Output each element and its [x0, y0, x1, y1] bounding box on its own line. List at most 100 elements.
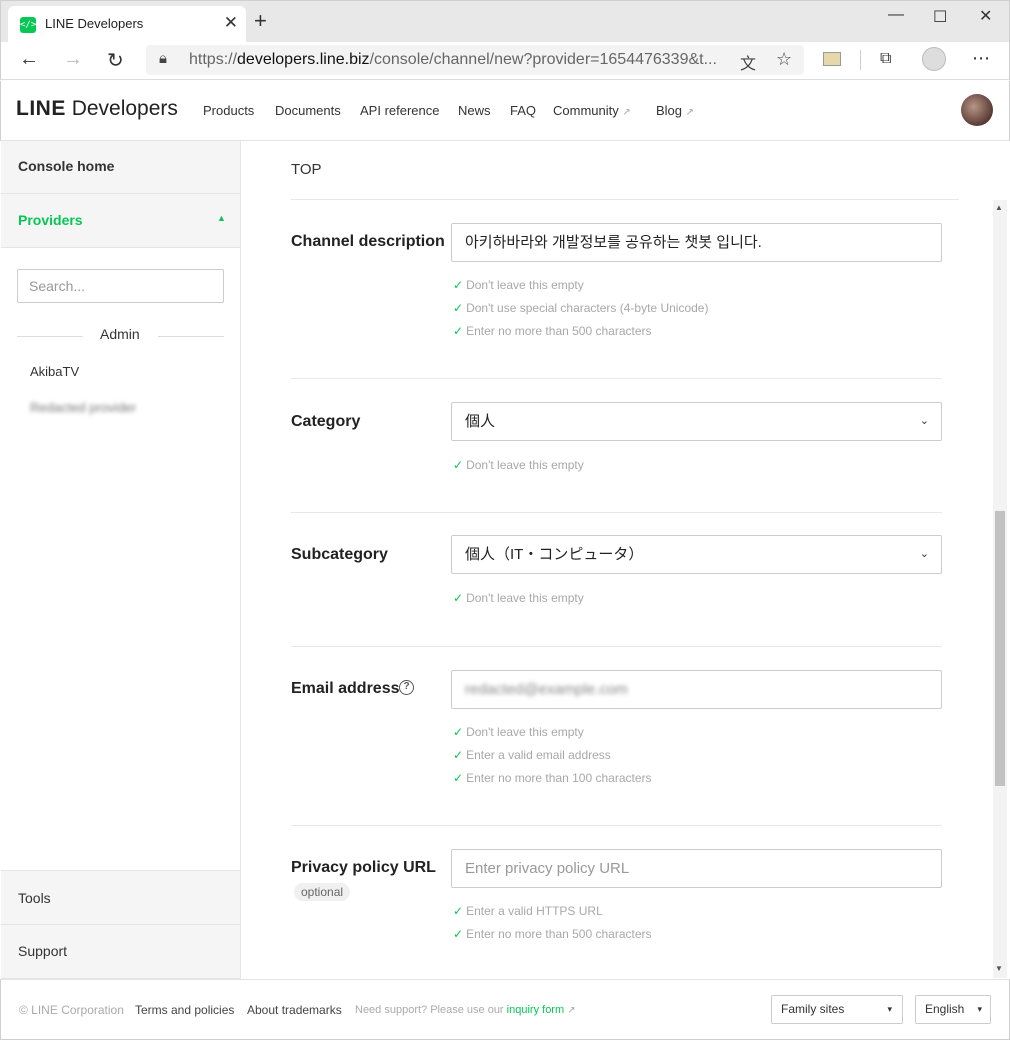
hint-text: Enter no more than 500 characters	[466, 324, 652, 338]
subcategory-value: 個人（IT・コンピュータ）	[465, 546, 644, 563]
back-arrow-icon[interactable]: ←	[19, 48, 39, 71]
tab-title: LINE Developers	[45, 16, 144, 31]
family-sites-select[interactable]: Family sites ▾	[771, 995, 903, 1024]
image-extension-icon[interactable]	[823, 52, 841, 66]
sidebar-providers[interactable]: Providers ▲	[1, 194, 240, 248]
url-prefix: https://	[189, 51, 238, 68]
browser-tab[interactable]: </> LINE Developers ✕	[8, 6, 246, 42]
validation-hint: ✓ Enter a valid HTTPS URL	[453, 904, 603, 918]
check-icon: ✓	[453, 748, 464, 762]
chevron-down-icon: ▾	[887, 1004, 892, 1014]
provider-search-input[interactable]: Search...	[17, 269, 224, 303]
hint-text: Enter no more than 500 characters	[466, 927, 652, 941]
close-window-icon[interactable]: ✕	[979, 6, 992, 26]
language-label: English	[925, 1002, 965, 1016]
validation-hint: ✓ Enter a valid email address	[453, 748, 611, 762]
trademarks-link[interactable]: About trademarks	[247, 1003, 342, 1017]
nav-documents[interactable]: Documents	[275, 103, 341, 118]
logo-line: LINE	[16, 97, 66, 120]
validation-hint: ✓ Don't use special characters (4-byte Un…	[453, 301, 708, 315]
profile-avatar-icon[interactable]	[922, 47, 946, 71]
external-link-icon: ↗	[567, 1005, 576, 1016]
help-question-icon[interactable]: ?	[399, 680, 414, 695]
check-icon: ✓	[453, 301, 464, 315]
channel-description-input[interactable]: 아키하바라와 개발정보를 공유하는 챗봇 입니다.	[451, 223, 942, 262]
logo-developers: Developers	[71, 97, 178, 120]
validation-hint: ✓ Don't leave this empty	[453, 458, 584, 472]
hint-text: Don't leave this empty	[466, 278, 584, 292]
user-avatar[interactable]	[961, 94, 993, 126]
nav-blog-label: Blog	[656, 103, 683, 118]
privacy-policy-label: Privacy policy URL	[291, 859, 436, 876]
caret-up-icon: ▲	[217, 213, 226, 223]
external-link-icon: ↗	[685, 107, 695, 118]
url-path: /console/channel/new?provider=1654476339…	[369, 51, 717, 68]
close-tab-icon[interactable]: ✕	[224, 13, 238, 33]
url-text[interactable]: https://developers.line.biz/console/chan…	[189, 51, 724, 69]
external-link-icon: ↗	[622, 107, 631, 118]
check-icon: ✓	[453, 324, 464, 338]
divider	[291, 825, 942, 826]
check-icon: ✓	[453, 278, 464, 292]
copyright: © LINE Corporation	[19, 1003, 124, 1017]
provider-item[interactable]: Redacted provider	[30, 400, 136, 415]
subcategory-select[interactable]: 個人（IT・コンピュータ） ⌄	[451, 535, 942, 574]
provider-item[interactable]: AkibaTV	[30, 364, 79, 379]
translate-icon[interactable]: 文	[740, 50, 756, 74]
validation-hint: ✓ Enter no more than 500 characters	[453, 324, 652, 338]
refresh-icon[interactable]: ↻	[107, 48, 124, 73]
terms-link[interactable]: Terms and policies	[135, 1003, 234, 1017]
section-divider	[158, 336, 224, 337]
validation-hint: ✓ Enter no more than 100 characters	[453, 771, 652, 785]
hint-text: Don't leave this empty	[466, 725, 584, 739]
email-address-input[interactable]: redacted@example.com	[451, 670, 942, 709]
check-icon: ✓	[453, 904, 464, 918]
category-select[interactable]: 個人 ⌄	[451, 402, 942, 441]
maximize-icon[interactable]: ☐	[933, 7, 947, 27]
more-menu-icon[interactable]: ⋯	[972, 48, 990, 69]
tools-label: Tools	[18, 890, 51, 906]
sidebar	[1, 141, 241, 979]
check-icon: ✓	[453, 771, 464, 785]
hint-text: Enter a valid email address	[466, 748, 611, 762]
section-divider	[17, 336, 83, 337]
minimize-icon[interactable]: —	[888, 6, 904, 24]
nav-news[interactable]: News	[458, 103, 491, 118]
scroll-up-icon[interactable]: ▲	[995, 203, 1003, 212]
favorite-star-icon[interactable]: ☆	[776, 49, 792, 70]
family-sites-label: Family sites	[781, 1002, 845, 1016]
nav-blog[interactable]: Blog ↗	[656, 103, 694, 118]
collections-icon[interactable]: ⧉	[880, 50, 891, 68]
scrollbar-thumb[interactable]	[995, 511, 1005, 786]
lock-icon[interactable]: 🔒︎	[159, 50, 167, 67]
scroll-down-icon[interactable]: ▼	[995, 964, 1003, 973]
breadcrumb[interactable]: TOP	[291, 161, 322, 178]
line-developers-logo[interactable]: LINE Developers	[16, 97, 178, 121]
check-icon: ✓	[453, 725, 464, 739]
sidebar-support[interactable]: Support	[1, 925, 240, 979]
divider	[291, 199, 959, 200]
chevron-down-icon: ⌄	[919, 548, 929, 560]
nav-api-reference[interactable]: API reference	[360, 103, 440, 118]
inquiry-form-link[interactable]: inquiry form	[507, 1004, 564, 1016]
language-select[interactable]: English ▾	[915, 995, 991, 1024]
nav-community-label: Community	[553, 103, 619, 118]
nav-products[interactable]: Products	[203, 103, 254, 118]
support-text: Need support? Please use our	[355, 1004, 504, 1016]
forward-arrow-icon[interactable]: →	[63, 48, 83, 71]
nav-faq[interactable]: FAQ	[510, 103, 536, 118]
sidebar-tools[interactable]: Tools	[1, 870, 240, 925]
privacy-policy-input[interactable]: Enter privacy policy URL	[451, 849, 942, 888]
console-home-label: Console home	[18, 158, 115, 174]
nav-community[interactable]: Community ↗	[553, 103, 631, 118]
sidebar-console-home[interactable]: Console home	[1, 141, 240, 194]
category-value: 個人	[465, 413, 496, 430]
hint-text: Don't leave this empty	[466, 458, 584, 472]
check-icon: ✓	[453, 458, 464, 472]
new-tab-icon[interactable]: +	[254, 10, 267, 32]
optional-badge: optional	[294, 883, 351, 901]
divider	[291, 512, 942, 513]
check-icon: ✓	[453, 591, 464, 605]
category-label: Category	[291, 413, 361, 430]
validation-hint: ✓ Enter no more than 500 characters	[453, 927, 652, 941]
